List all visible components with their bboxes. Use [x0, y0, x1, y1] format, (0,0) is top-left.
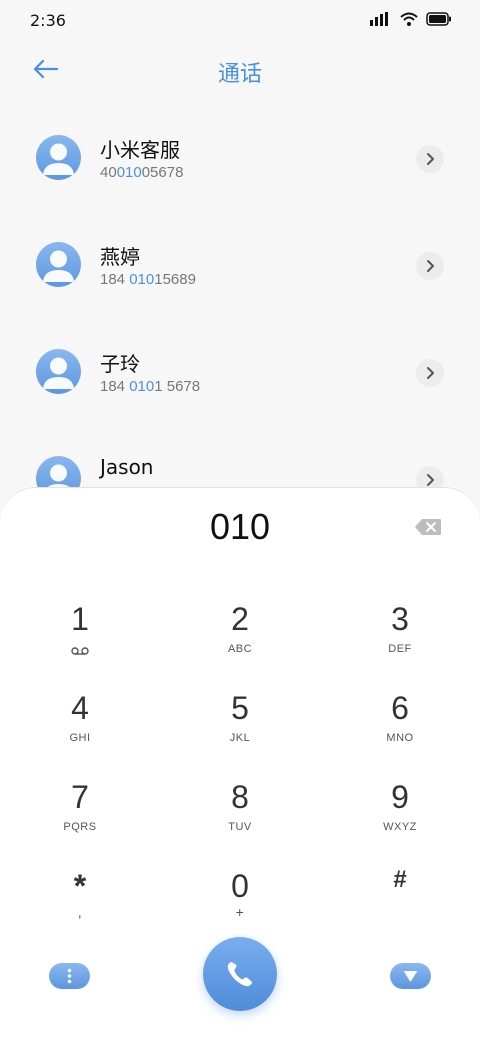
- contact-name: 子玲: [100, 352, 140, 376]
- person-icon: [43, 250, 74, 282]
- person-icon: [43, 143, 74, 175]
- chevron-right-icon: [427, 367, 434, 379]
- number-prefix: 184: [100, 271, 130, 288]
- key-0[interactable]: 0 +: [185, 860, 295, 940]
- contact-number: 184 01015689: [100, 271, 196, 288]
- key-letters: PQRS: [63, 821, 97, 833]
- number-suffix: 1 5678: [154, 378, 201, 395]
- triangle-down-icon: [404, 971, 417, 982]
- avatar: [36, 135, 81, 180]
- backspace-icon: [415, 519, 441, 535]
- number-prefix: 40: [100, 164, 117, 181]
- key-2[interactable]: 2 ABC: [185, 593, 295, 673]
- key-star[interactable]: * ,: [25, 860, 135, 940]
- contact-list: 小米客服 4001005678 燕婷 184 01015689 子玲 184 0…: [0, 105, 480, 533]
- key-letters: +: [235, 904, 245, 920]
- wifi-icon: [400, 12, 418, 26]
- contact-row[interactable]: 小米客服 4001005678: [0, 105, 480, 212]
- header: 通话: [0, 48, 480, 92]
- chevron-right-icon: [427, 260, 434, 272]
- key-1[interactable]: 1: [25, 593, 135, 673]
- key-letters: WXYZ: [383, 821, 417, 833]
- key-7[interactable]: 7 PQRS: [25, 771, 135, 851]
- number-prefix: 184: [100, 378, 130, 395]
- number-match: 010: [116, 164, 142, 181]
- signal-icon: [370, 12, 388, 26]
- key-digit: 5: [231, 690, 249, 726]
- key-letters: TUV: [228, 821, 252, 833]
- key-hash[interactable]: #: [345, 860, 455, 940]
- key-3[interactable]: 3 DEF: [345, 593, 455, 673]
- number-match: 010: [129, 271, 155, 288]
- contact-number: 184 0101 5678: [100, 378, 200, 395]
- status-bar: 2:36: [0, 0, 480, 40]
- key-letters: GHI: [69, 732, 91, 744]
- key-digit: 1: [71, 601, 89, 637]
- key-digit: 3: [391, 601, 409, 637]
- key-letters: MNO: [386, 732, 414, 744]
- key-9[interactable]: 9 WXYZ: [345, 771, 455, 851]
- key-letters: ,: [77, 904, 83, 920]
- number-suffix: 15689: [154, 271, 196, 288]
- contact-detail-button[interactable]: [416, 359, 444, 387]
- key-8[interactable]: 8 TUV: [185, 771, 295, 851]
- avatar: [36, 349, 81, 394]
- key-digit: 7: [71, 779, 89, 815]
- page-title: 通话: [217, 62, 262, 87]
- number-suffix: 05678: [141, 164, 184, 181]
- more-options-button[interactable]: [49, 963, 90, 989]
- contact-name: 燕婷: [100, 245, 140, 269]
- chevron-right-icon: [427, 153, 434, 165]
- avatar: [36, 242, 81, 287]
- key-5[interactable]: 5 JKL: [185, 682, 295, 762]
- contact-number: 4001005678: [100, 164, 183, 181]
- phone-icon: [227, 962, 252, 987]
- person-icon: [43, 357, 74, 389]
- status-icons: [370, 12, 452, 26]
- key-digit: #: [393, 866, 407, 893]
- key-digit: 4: [71, 690, 89, 726]
- contact-row[interactable]: 子玲 184 0101 5678: [0, 319, 480, 426]
- collapse-dialpad-button[interactable]: [390, 963, 431, 989]
- dial-input[interactable]: 010: [0, 506, 480, 548]
- dialpad-panel: 010 1 2 ABC 3 DEF 4 GHI 5 JKL 6 MNO 7 PQ…: [0, 487, 480, 1040]
- contact-name: Jason: [100, 455, 154, 479]
- key-6[interactable]: 6 MNO: [345, 682, 455, 762]
- more-vertical-icon: [67, 968, 72, 984]
- key-letters: ABC: [227, 643, 253, 655]
- number-match: 010: [129, 378, 155, 395]
- backspace-button[interactable]: [414, 517, 442, 537]
- contact-detail-button[interactable]: [416, 145, 444, 173]
- contact-detail-button[interactable]: [416, 252, 444, 280]
- voicemail-icon: [71, 647, 89, 655]
- key-digit: 2: [231, 601, 249, 637]
- status-time: 2:36: [30, 11, 66, 30]
- key-digit: 0: [231, 868, 249, 904]
- key-digit: 6: [391, 690, 409, 726]
- contact-name: 小米客服: [100, 138, 180, 162]
- key-digit: 9: [391, 779, 409, 815]
- battery-icon: [426, 12, 451, 26]
- contact-row[interactable]: 燕婷 184 01015689: [0, 212, 480, 319]
- key-letters: DEF: [388, 643, 412, 655]
- key-letters: JKL: [229, 732, 251, 744]
- call-button[interactable]: [203, 937, 277, 1011]
- key-4[interactable]: 4 GHI: [25, 682, 135, 762]
- key-digit: 8: [231, 779, 249, 815]
- key-digit: *: [73, 868, 87, 904]
